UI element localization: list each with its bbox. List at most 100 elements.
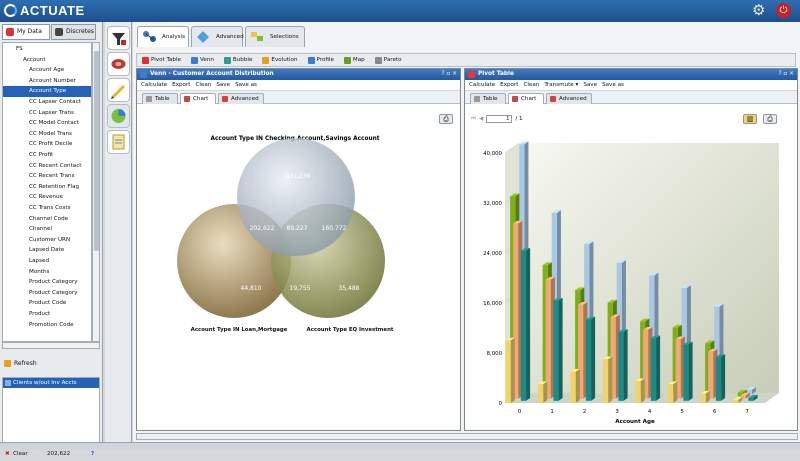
power-icon[interactable]: ⏻ [776, 3, 791, 18]
tree-hscrollbar[interactable] [2, 342, 100, 349]
tag-tool-icon[interactable] [107, 52, 130, 76]
tree-item[interactable]: Product Category [3, 288, 91, 299]
tree-item[interactable]: Customer URN [3, 235, 91, 246]
scroll-thumb[interactable] [94, 51, 99, 251]
menu-item[interactable]: Save [216, 80, 230, 90]
tree-item[interactable]: Account Age [3, 65, 91, 76]
tree-item[interactable]: Lapsed [3, 256, 91, 267]
profile-icon [307, 56, 315, 64]
tree-item[interactable]: CC Lapser Contact [3, 97, 91, 108]
tab-label: Table [155, 96, 170, 102]
tab-chart[interactable]: Chart [508, 93, 544, 104]
page-input[interactable] [486, 115, 513, 123]
menu-item[interactable]: Save [583, 80, 597, 90]
toolbar-label: Profile [316, 57, 334, 63]
tab-label: Analysis [162, 34, 186, 40]
refresh-button[interactable]: Refresh [4, 360, 37, 367]
gear-icon[interactable]: ⚙ [752, 3, 767, 18]
toolbar-pivot-table-button[interactable]: Pivot Table [137, 56, 186, 64]
toolbar-pareto-button[interactable]: Pareto [370, 56, 407, 64]
bar-chart-button[interactable]: ▥ [743, 114, 757, 124]
field-tree: FS Account Account Age Account Number Accoun… [2, 42, 92, 342]
refresh-icon [4, 360, 11, 367]
tree-item[interactable]: CC Model Contact [3, 118, 91, 129]
selection-item[interactable]: Clients w/out Inv Accts [3, 378, 99, 388]
bar [505, 337, 515, 403]
tab-advanced[interactable]: Advanced [546, 93, 592, 104]
tab-advanced[interactable]: Advanced [191, 26, 244, 47]
x-tick-label: 7 [745, 409, 748, 415]
bar [520, 248, 531, 401]
tree-item[interactable]: CC Recent Trans [3, 171, 91, 182]
tree-item[interactable]: CC Lapser Trans [3, 108, 91, 119]
bar [603, 356, 613, 403]
bubble-icon [223, 56, 231, 64]
filter-tool-icon[interactable] [107, 26, 130, 50]
document-tool-icon[interactable] [107, 130, 130, 154]
tab-analysis[interactable]: Analysis [137, 26, 189, 47]
toolbar-label: Evolution [271, 57, 298, 63]
tab-table[interactable]: Table [470, 93, 506, 104]
tree-item[interactable]: CC Recent Contact [3, 161, 91, 172]
tree-item[interactable]: Account Number [3, 76, 91, 87]
menu-item[interactable]: Save as [602, 80, 624, 90]
venn-value-ac: 160,772 [322, 225, 347, 232]
tree-item[interactable]: FS [3, 44, 91, 55]
venn-circle-a [237, 138, 355, 256]
bar [650, 335, 661, 401]
menu-item[interactable]: Export [172, 80, 190, 90]
tree-item[interactable]: CC Profit [3, 150, 91, 161]
window-controls[interactable]: ? ▫ × [778, 69, 794, 80]
menu-item[interactable]: Clean [523, 80, 539, 90]
tab-chart[interactable]: Chart [180, 93, 216, 104]
tree-item[interactable]: Channel Code [3, 214, 91, 225]
tab-label: Selections [270, 34, 299, 40]
y-tick-label: 16,000 [483, 301, 502, 307]
prev-page-icon[interactable]: ◀ [479, 116, 483, 122]
menu-item[interactable]: Export [500, 80, 518, 90]
toolbar-map-button[interactable]: Map [339, 56, 370, 64]
menu-item[interactable]: Save as [235, 80, 257, 90]
toolbar-venn-button[interactable]: Venn [186, 56, 219, 64]
first-page-icon[interactable]: ⏮ [471, 116, 476, 123]
tab-selections[interactable]: Selections [245, 26, 305, 47]
selection-list: Clients w/out Inv Accts [2, 377, 100, 445]
pencil-tool-icon[interactable] [107, 78, 130, 102]
tab-my-data[interactable]: My Data [2, 24, 50, 40]
toolbar-bubble-button[interactable]: Bubble [219, 56, 257, 64]
tree-item[interactable]: CC Profit Decile [3, 139, 91, 150]
top-bar: ACTUATE ⚙ ⏻ [0, 0, 800, 22]
menu-item[interactable]: Calculate [469, 80, 495, 90]
tree-item[interactable]: Promotion Code [3, 320, 91, 331]
tree-item[interactable]: CC Model Trans [3, 129, 91, 140]
tab-label: Discretes [66, 28, 94, 35]
tree-item[interactable]: Months [3, 267, 91, 278]
toolbar-evolution-button[interactable]: Evolution [257, 56, 302, 64]
tree-item[interactable]: Product Category [3, 277, 91, 288]
venn-value-abc: 89,227 [287, 225, 308, 232]
tree-scrollbar[interactable] [92, 42, 100, 342]
window-controls[interactable]: ? ▫ × [441, 69, 457, 80]
print-button[interactable]: ⎙ [439, 114, 453, 124]
menu-item[interactable]: Clean [195, 80, 211, 90]
tree-item[interactable]: Channel [3, 224, 91, 235]
toolbar-profile-button[interactable]: Profile [303, 56, 339, 64]
selection-icon [5, 380, 11, 386]
tree-item[interactable]: Product [3, 309, 91, 320]
analysis-tool-icon[interactable] [107, 104, 130, 128]
print-button[interactable]: ⎙ [763, 114, 777, 124]
tree-item[interactable]: CC Trans Costs [3, 203, 91, 214]
tree-item[interactable]: CC Retention Flag [3, 182, 91, 193]
tab-discretes[interactable]: Discretes [51, 24, 96, 40]
menu-item[interactable]: Calculate [141, 80, 167, 90]
venn-value-bc: 19,755 [290, 285, 311, 292]
tree-item[interactable]: Account [3, 55, 91, 66]
tab-table[interactable]: Table [142, 93, 178, 104]
tree-item[interactable]: Product Code [3, 298, 91, 309]
tree-item[interactable]: Lapsed Date [3, 245, 91, 256]
tree-item[interactable]: Account Type [3, 86, 91, 97]
tree-item[interactable]: CC Revenue [3, 192, 91, 203]
tab-advanced[interactable]: Advanced [218, 93, 264, 104]
menu-item[interactable]: Transmute ▾ [544, 80, 578, 90]
main-hscrollbar[interactable] [136, 433, 798, 440]
